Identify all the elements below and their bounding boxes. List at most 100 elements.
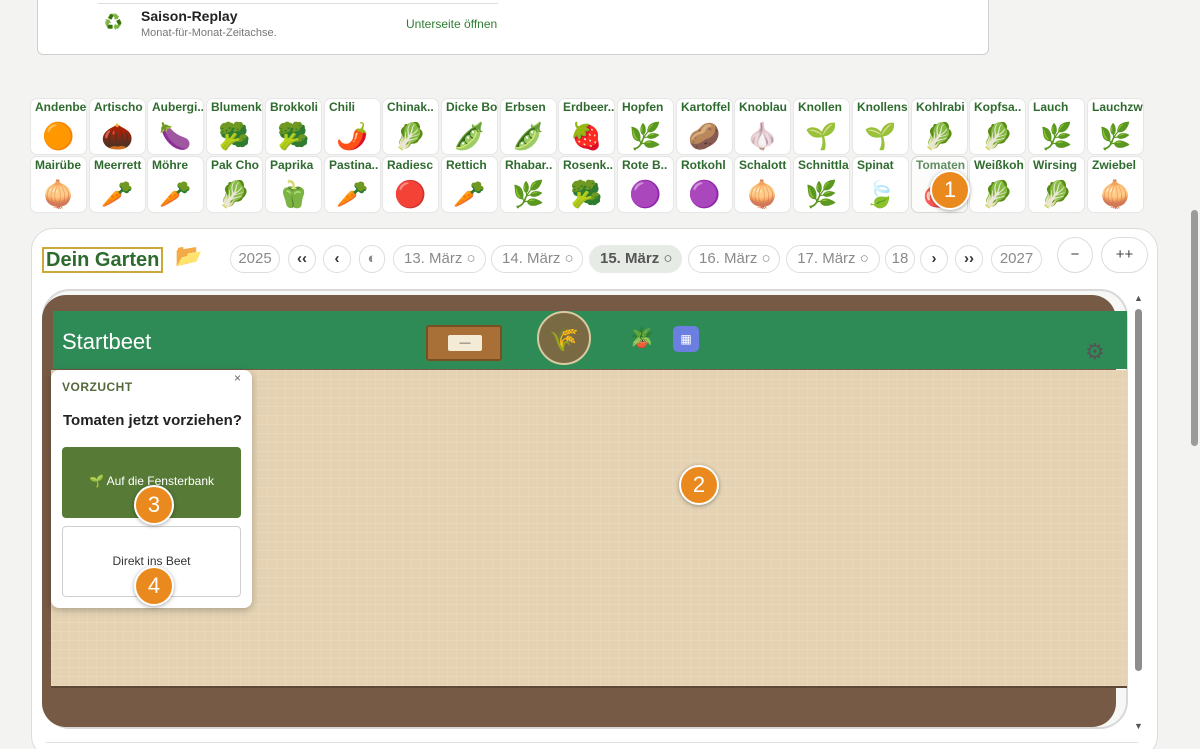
plant-tile[interactable]: Möhre 🥕 (148, 157, 203, 212)
plant-name: Möhre (152, 158, 188, 172)
plant-image-icon: 🥬 (1040, 179, 1073, 209)
plant-tile[interactable]: Kohlrabi 🥬 (912, 99, 967, 154)
plant-tile[interactable]: Kartoffel 🥔 (677, 99, 732, 154)
plant-tile[interactable]: Paprika 🫑 (266, 157, 321, 212)
date-chip-active[interactable]: 15. März ○ (589, 245, 682, 273)
plant-tile[interactable]: Lauchzw 🌿 (1088, 99, 1143, 154)
plant-tile[interactable]: Pastina.. 🥕 (325, 157, 380, 212)
plant-name: Rettich (446, 158, 487, 172)
zoom-in-button[interactable]: ++ (1101, 237, 1148, 273)
plant-tile[interactable]: Rettich 🥕 (442, 157, 497, 212)
plant-image-icon: 🧅 (1099, 179, 1132, 209)
nav-last-button[interactable]: ›› (955, 245, 983, 273)
plant-tile[interactable]: Lauch 🌿 (1029, 99, 1084, 154)
plant-tile[interactable]: Andenbe 🟠 (31, 99, 86, 154)
bed-name[interactable]: Startbeet (62, 329, 151, 355)
page-scrollbar[interactable] (1188, 0, 1200, 749)
plant-image-icon: 🥕 (453, 179, 486, 209)
plant-name: Chili (329, 100, 355, 114)
plant-tile[interactable]: Blumenk 🥦 (207, 99, 262, 154)
plant-image-icon: 🌿 (805, 179, 838, 209)
plant-pot-icon[interactable]: 🪴 (629, 325, 654, 350)
plant-tile[interactable]: Knollens 🌱 (853, 99, 908, 154)
date-chip-partial[interactable]: ◐ (359, 245, 385, 273)
scroll-up-icon[interactable]: ▲ (1134, 293, 1143, 303)
plant-tile[interactable]: Mairübe 🧅 (31, 157, 86, 212)
nav-next-button[interactable]: › (920, 245, 948, 273)
plant-tile[interactable]: Rote B.. 🟣 (618, 157, 673, 212)
plant-name: Dicke Bo (446, 100, 497, 114)
scroll-down-icon[interactable]: ▼ (1134, 721, 1143, 731)
crate-icon[interactable]: — (426, 325, 502, 361)
plant-image-icon: 🥦 (277, 121, 310, 151)
plant-tile[interactable]: Pak Cho 🥬 (207, 157, 262, 212)
plant-name: Blumenk (211, 100, 262, 114)
plant-tile[interactable]: Schnittla 🌿 (794, 157, 849, 212)
year-next-button[interactable]: 2027 (991, 245, 1042, 273)
plant-name: Lauchzw (1092, 100, 1143, 114)
nav-prev-button[interactable]: ‹ (323, 245, 351, 273)
plant-tile[interactable]: Spinat 🍃 (853, 157, 908, 212)
plant-image-icon: 🌱 (864, 121, 897, 151)
plant-name: Aubergi.. (152, 100, 203, 114)
plant-tile[interactable]: Wirsing 🥬 (1029, 157, 1084, 212)
date-chip[interactable]: 16. März ○ (688, 245, 780, 273)
plant-name: Lauch (1033, 100, 1069, 114)
date-chip[interactable]: 13. März ○ (393, 245, 486, 273)
plant-image-icon: 🥬 (394, 121, 427, 151)
plant-tile[interactable]: Aubergi.. 🍆 (148, 99, 203, 154)
plant-tile[interactable]: Knollen 🌱 (794, 99, 849, 154)
open-subpage-link[interactable]: Unterseite öffnen (406, 17, 497, 31)
plant-tile[interactable]: Rhabar.. 🌿 (501, 157, 556, 212)
next-section-edge (46, 742, 1138, 749)
plant-name: Knollens (857, 100, 908, 114)
open-folder-icon[interactable]: 📂 (175, 243, 202, 269)
close-icon[interactable]: × (234, 371, 241, 385)
plant-tile[interactable]: Rotkohl 🟣 (677, 157, 732, 212)
gardener-avatar[interactable]: 🌾 (537, 311, 591, 365)
plant-tile[interactable]: Radiesc 🔴 (383, 157, 438, 212)
plant-tile[interactable]: Dicke Bo 🫛 (442, 99, 497, 154)
card-title: Saison-Replay (141, 8, 238, 24)
crate-label: — (448, 335, 482, 351)
plant-tile[interactable]: Erbsen 🫛 (501, 99, 556, 154)
plant-tile[interactable]: Chinak.. 🥬 (383, 99, 438, 154)
plant-image-icon: 🥬 (923, 121, 956, 151)
scroll-thumb[interactable] (1135, 309, 1142, 671)
plant-tile[interactable]: Hopfen 🌿 (618, 99, 673, 154)
popup-label: VORZUCHT (62, 380, 133, 394)
plant-image-icon: 🍃 (864, 179, 897, 209)
plant-tile[interactable]: Meerrett 🥕 (90, 157, 145, 212)
plant-name: Spinat (857, 158, 894, 172)
nav-first-button[interactable]: ‹‹ (288, 245, 316, 273)
page-scroll-thumb[interactable] (1191, 210, 1198, 446)
plant-image-icon: 🫛 (512, 121, 545, 151)
plant-tile[interactable]: Chili 🌶️ (325, 99, 380, 154)
plant-name: Erbsen (505, 100, 546, 114)
date-chip[interactable]: 17. März ○ (786, 245, 880, 273)
plant-tile[interactable]: Schalott 🧅 (735, 157, 790, 212)
zoom-out-button[interactable]: − (1057, 237, 1093, 273)
plant-tile[interactable]: Erdbeer.. 🍓 (559, 99, 614, 154)
settings-gear-icon[interactable]: ⚙ (1085, 339, 1105, 365)
plant-name: Schalott (739, 158, 787, 172)
plant-name: Artischo (94, 100, 143, 114)
date-chip[interactable]: 14. März ○ (491, 245, 583, 273)
plant-tile[interactable]: Brokkoli 🥦 (266, 99, 321, 154)
step-marker-3: 3 (134, 485, 174, 525)
plant-tile[interactable]: Rosenk.. 🥦 (559, 157, 614, 212)
plant-name: Rote B.. (622, 158, 668, 172)
plant-name: Pak Cho (211, 158, 260, 172)
date-chip-partial[interactable]: 18 (885, 245, 915, 273)
plant-image-icon: 🥦 (218, 121, 251, 151)
plant-tile[interactable]: Artischo 🌰 (90, 99, 145, 154)
plant-image-icon: 🌿 (1099, 121, 1132, 151)
year-prev-button[interactable]: 2025 (230, 245, 280, 273)
plant-tile[interactable]: Kopfsa.. 🥬 (970, 99, 1025, 154)
calendar-icon[interactable]: ▦ (673, 326, 699, 352)
bed-scrollbar[interactable]: ▲ ▼ (1134, 293, 1144, 731)
plant-tile[interactable]: Weißkoh 🥬 (970, 157, 1025, 212)
plant-tile[interactable]: Knoblau 🧄 (735, 99, 790, 154)
plant-name: Meerrett (94, 158, 142, 172)
plant-tile[interactable]: Zwiebel 🧅 (1088, 157, 1143, 212)
